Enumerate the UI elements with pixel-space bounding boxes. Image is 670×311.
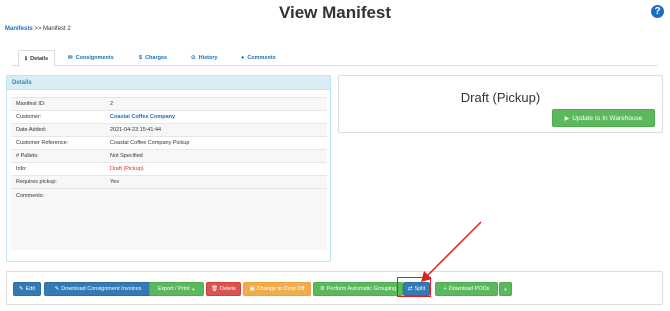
download-consignment-invoices-button[interactable]: ✎ Download Consignment Invoices — [44, 282, 152, 296]
table-row: Info: Draft (Pickup) — [11, 162, 327, 175]
square-icon: ▣ — [249, 286, 255, 292]
tab-label: History — [198, 55, 218, 61]
table-row: Manifest ID: 2 — [11, 97, 327, 110]
breadcrumb-manifests-link[interactable]: Manifests — [5, 26, 33, 32]
export-print-dropdown[interactable]: Export / Print ▼ — [149, 282, 204, 296]
tab-consignments[interactable]: ✉ Consignments — [62, 50, 120, 66]
status-panel: Draft (Pickup) ▶ Update to In Warehouse — [338, 75, 663, 133]
download-pods-label: Download PODs — [448, 286, 490, 292]
delete-button[interactable]: 🗑 Delete — [206, 282, 241, 296]
tab-charges[interactable]: $ Charges — [133, 50, 173, 66]
pencil-icon: ✎ — [54, 286, 60, 292]
auto-grouping-label: Perform Automatic Grouping — [326, 286, 397, 292]
tab-label: Details — [30, 55, 49, 62]
breadcrumb-current: Manifest 2 — [43, 26, 71, 32]
customer-label: Customer: — [16, 114, 42, 120]
customer-reference-label: Customer Reference: — [16, 140, 69, 146]
table-row: Requires pickup: Yes — [11, 175, 327, 188]
comments-label: Comments: — [16, 193, 45, 199]
date-added-label: Date Added: — [16, 127, 47, 133]
manifest-status: Draft (Pickup) — [460, 90, 541, 105]
delete-label: Delete — [220, 286, 236, 292]
help-icon[interactable]: ? — [651, 5, 664, 18]
export-print-label: Export / Print — [157, 286, 190, 292]
breadcrumb-separator: >> — [34, 26, 42, 32]
details-heading: Details — [7, 76, 330, 90]
manifest-id-value: 2 — [110, 101, 114, 107]
requires-pickup-label: Requires pickup: — [16, 179, 57, 185]
breadcrumb: Manifests >> Manifest 2 — [5, 26, 71, 32]
date-added-value: 2021-04-23 15:41:44 — [110, 127, 162, 133]
plus-icon: + — [443, 286, 447, 292]
info-label: Info: — [16, 166, 27, 172]
tab-label: Charges — [145, 55, 168, 61]
tab-comments[interactable]: ● Comments — [235, 50, 282, 66]
tab-bar: ℹ Details ✉ Consignments $ Charges ⊙ His… — [12, 50, 658, 67]
clock-icon: ⊙ — [191, 55, 196, 61]
pallets-value: Not Specified — [110, 153, 143, 159]
update-to-in-warehouse-button[interactable]: ▶ Update to In Warehouse — [552, 109, 655, 127]
annotation-highlight-box — [397, 277, 431, 297]
tab-label: Comments — [247, 55, 276, 61]
dollar-icon: $ — [139, 55, 143, 61]
update-button-label: Update to In Warehouse — [572, 114, 643, 122]
gear-icon: ⚙ — [319, 286, 325, 292]
tab-label: Consignments — [75, 55, 114, 61]
change-drop-off-label: Change to Drop Off — [256, 286, 305, 292]
tab-details[interactable]: ℹ Details — [18, 50, 56, 67]
download-pods-dropdown-toggle[interactable]: ▼ — [499, 282, 512, 296]
page-title: View Manifest — [278, 3, 392, 22]
caret-down-icon: ▼ — [503, 286, 508, 292]
download-pods-button[interactable]: + Download PODs — [435, 282, 498, 296]
perform-automatic-grouping-button[interactable]: ⚙ Perform Automatic Grouping — [313, 282, 403, 296]
details-table: Manifest ID: 2 Customer: Coastal Coffee … — [11, 97, 327, 250]
table-row: Customer Reference: Coastal Coffee Compa… — [11, 136, 327, 149]
tab-history[interactable]: ⊙ History — [185, 50, 224, 66]
customer-reference-value: Coastal Coffee Company Pickup — [110, 140, 190, 146]
comments-row: Comments: — [11, 188, 327, 250]
table-row: # Pallets: Not Specified — [11, 149, 327, 162]
pencil-icon: ✎ — [18, 286, 24, 292]
action-bar: ✎ Edit ✎ Download Consignment Invoices E… — [6, 271, 663, 305]
download-invoices-label: Download Consignment Invoices — [61, 286, 142, 292]
envelope-icon: ✉ — [68, 55, 73, 61]
edit-label: Edit — [25, 286, 36, 292]
manifest-id-label: Manifest ID: — [16, 101, 46, 107]
trash-icon: 🗑 — [211, 286, 219, 292]
info-icon: ℹ — [25, 55, 28, 62]
table-row: Date Added: 2021-04-23 15:41:44 — [11, 123, 327, 136]
customer-link[interactable]: Coastal Coffee Company — [110, 114, 327, 120]
caret-down-icon: ▼ — [191, 286, 196, 292]
info-value: Draft (Pickup) — [110, 166, 144, 172]
requires-pickup-value: Yes — [110, 179, 119, 185]
details-panel: Details Manifest ID: 2 Customer: Coastal… — [6, 75, 331, 262]
comment-icon: ● — [241, 55, 245, 61]
change-to-drop-off-button[interactable]: ▣ Change to Drop Off — [243, 282, 311, 296]
play-icon: ▶ — [564, 115, 570, 122]
edit-button[interactable]: ✎ Edit — [13, 282, 41, 296]
table-row: Customer: Coastal Coffee Company — [11, 110, 327, 123]
pallets-label: # Pallets: — [16, 153, 39, 159]
